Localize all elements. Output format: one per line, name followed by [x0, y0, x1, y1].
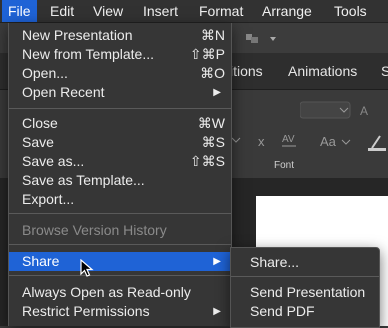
mouse-pointer-icon — [80, 259, 94, 277]
share-item-send-presentation[interactable]: Send Presentation — [231, 283, 379, 302]
shortcut-label: ⇧⌘P — [189, 46, 225, 62]
menu-item-browse-version-history: Browse Version History — [9, 221, 231, 240]
menu-item-label: Save — [22, 134, 54, 150]
menu-separator — [9, 108, 231, 109]
menu-view[interactable]: View — [93, 0, 123, 22]
menu-item-label: Browse Version History — [22, 222, 167, 238]
submenu-arrow-icon: ▶ — [213, 87, 221, 98]
share-item-label: Send PDF — [250, 303, 315, 319]
menu-item-share[interactable]: Share ▶ — [9, 252, 231, 271]
menu-item-open[interactable]: Open... ⌘O — [9, 64, 231, 83]
menu-separator — [9, 244, 231, 245]
font-group-label: Font — [274, 160, 295, 171]
menu-insert[interactable]: Insert — [143, 0, 178, 22]
menu-item-open-recent[interactable]: Open Recent ▶ — [9, 83, 231, 102]
menu-item-new-from-template[interactable]: New from Template... ⇧⌘P — [9, 45, 231, 64]
share-item-send-pdf[interactable]: Send PDF — [231, 302, 379, 321]
menu-item-label: Open Recent — [22, 84, 105, 100]
menu-item-restrict-permissions[interactable]: Restrict Permissions ▶ — [9, 302, 231, 321]
menu-item-always-open-as-read-only[interactable]: Always Open as Read-only — [9, 283, 231, 302]
shortcut-label: ⌘W — [197, 115, 225, 131]
menu-separator — [9, 275, 231, 276]
submenu-arrow-icon: ▶ — [213, 256, 221, 267]
menu-file[interactable]: File — [2, 0, 37, 22]
menu-item-label: Restrict Permissions — [22, 303, 150, 319]
menu-item-label: Share — [22, 253, 60, 269]
menu-item-label: Export... — [22, 191, 75, 207]
menu-item-label: Open... — [22, 65, 68, 81]
share-item-share[interactable]: Share... — [231, 253, 379, 272]
menu-item-close[interactable]: Close ⌘W — [9, 114, 231, 133]
menu-item-new-presentation[interactable]: New Presentation ⌘N — [9, 26, 231, 45]
tab-animations[interactable]: Animations — [288, 53, 357, 89]
menu-item-label: Save as Template... — [22, 172, 145, 188]
menu-separator — [9, 213, 231, 214]
menu-item-label: Save as... — [22, 153, 85, 169]
menu-item-label: New Presentation — [22, 27, 133, 43]
shortcut-label: ⌘O — [200, 65, 225, 81]
menu-item-save[interactable]: Save ⌘S — [9, 133, 231, 152]
tab-slideshow[interactable]: S — [381, 53, 388, 89]
shortcut-label: ⌘N — [200, 27, 225, 43]
share-submenu: Share... Send Presentation Send PDF — [230, 247, 380, 328]
menu-edit[interactable]: Edit — [50, 0, 74, 22]
menu-arrange[interactable]: Arrange — [262, 0, 312, 22]
menu-format[interactable]: Format — [199, 0, 243, 22]
shortcut-label: ⇧⌘S — [189, 153, 225, 169]
tab-transitions[interactable]: itions — [230, 53, 263, 89]
menu-item-label: Always Open as Read-only — [22, 284, 191, 300]
shortcut-label: ⌘S — [201, 134, 225, 150]
font-size-dropdown[interactable]: A — [300, 100, 380, 120]
menu-separator — [231, 276, 379, 277]
change-case-icon: Aa — [320, 134, 337, 149]
menu-tools[interactable]: Tools — [334, 0, 367, 22]
svg-text:x: x — [258, 134, 265, 149]
submenu-arrow-icon: ▶ — [213, 306, 221, 317]
svg-text:A: A — [360, 104, 368, 118]
file-menu: New Presentation ⌘N New from Template... ⇧⌘… — [8, 23, 232, 326]
share-item-label: Send Presentation — [250, 284, 366, 300]
toolbar-shape-icon[interactable] — [246, 32, 286, 44]
font-format-controls: x AV Aa — [231, 134, 386, 151]
menu-item-save-as-template[interactable]: Save as Template... — [9, 171, 231, 190]
menu-item-label: New from Template... — [22, 46, 155, 62]
share-item-label: Share... — [250, 254, 300, 270]
menu-bar: File Edit View Insert Format Arrange Too… — [0, 0, 388, 23]
menu-item-label: Close — [22, 115, 58, 131]
char-spacing-icon: AV — [282, 134, 295, 145]
menu-item-save-as[interactable]: Save as... ⇧⌘S — [9, 152, 231, 171]
menu-item-export[interactable]: Export... — [9, 190, 231, 209]
